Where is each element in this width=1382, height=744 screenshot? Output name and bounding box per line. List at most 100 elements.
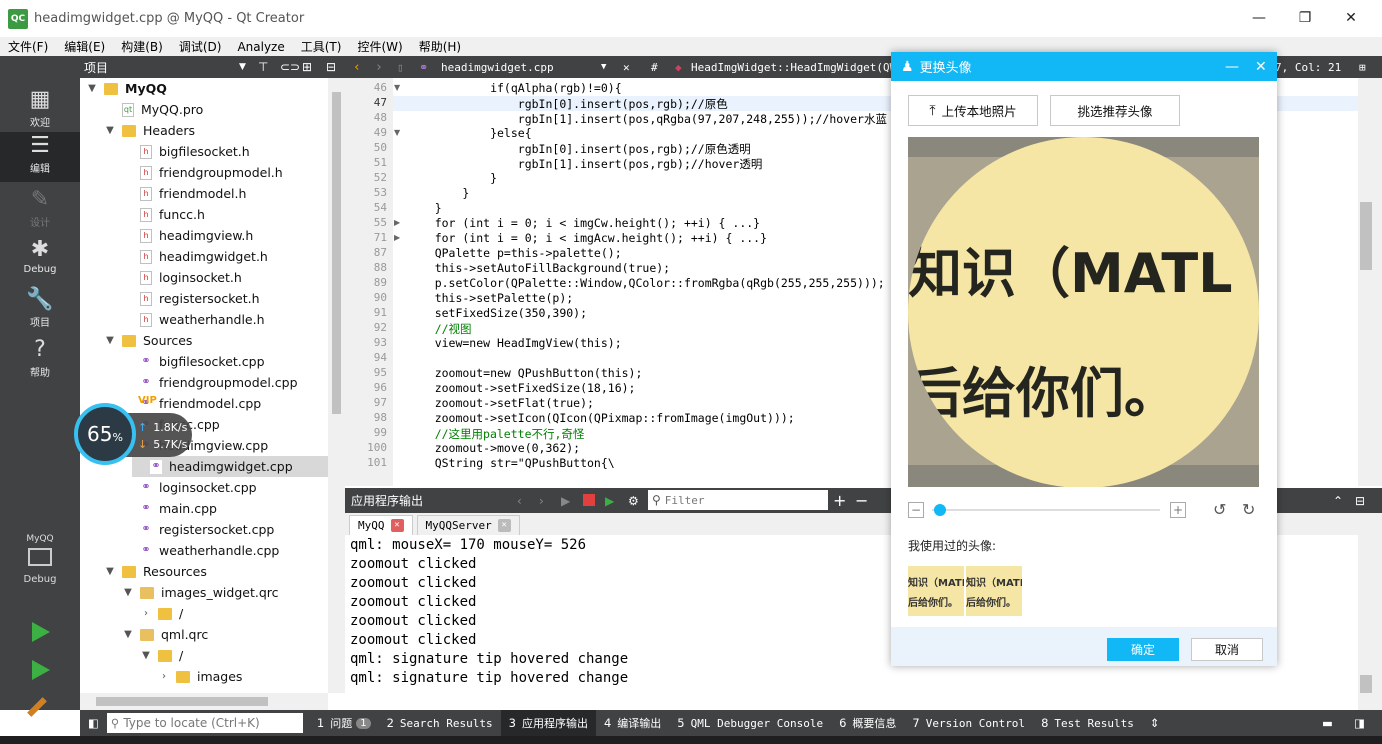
code-line[interactable]: for (int i = 0; i < imgCw.height(); ++i)… — [407, 216, 760, 230]
expand-toggle-icon[interactable]: ▼ — [122, 629, 134, 640]
menu-analyze[interactable]: Analyze — [229, 40, 292, 54]
rotate-left-icon[interactable]: ↺ — [1213, 500, 1226, 519]
mode-debug[interactable]: ✱ Debug — [0, 236, 80, 286]
code-line[interactable]: } — [407, 201, 442, 215]
fold-marker-icon[interactable]: ▼ — [394, 128, 400, 137]
tree-item[interactable]: ⚭ main.cpp — [122, 498, 217, 519]
tab-myqq[interactable]: MyQQ ✕ — [349, 515, 413, 535]
output-pane-tab[interactable]: 6 概要信息 — [831, 710, 904, 736]
expand-toggle-icon[interactable]: › — [140, 608, 152, 619]
close-window-button[interactable]: ✕ — [1328, 4, 1374, 32]
toggle-sidebar-icon[interactable]: ◧ — [88, 716, 99, 730]
code-line[interactable]: zoomout->setFlat(true); — [407, 396, 594, 410]
minus-icon[interactable]: − — [855, 491, 868, 510]
network-speed-widget[interactable]: 65% VIP ↑ 1.8K/s ↓ 5.7K/s — [74, 395, 192, 465]
expand-toggle-icon[interactable]: › — [158, 671, 170, 682]
menu-tools[interactable]: 工具(T) — [293, 38, 350, 55]
tree-item[interactable]: ▼ Headers — [104, 120, 195, 141]
code-line[interactable]: zoomout->setIcon(QIcon(QPixmap::fromImag… — [407, 411, 795, 425]
tree-item[interactable]: ▼ qml.qrc — [122, 624, 208, 645]
tree-item[interactable]: ▼ images_widget.qrc — [122, 582, 278, 603]
dialog-minimize-button[interactable]: — — [1225, 59, 1239, 75]
upload-photo-button[interactable]: ⤒ 上传本地照片 — [908, 95, 1038, 126]
current-function[interactable]: HeadImgWidget::HeadImgWidget(QWid — [691, 61, 910, 74]
output-pane-tab[interactable]: 7 Version Control — [904, 710, 1033, 736]
output-pane-tab[interactable]: 4 编译输出 — [596, 710, 669, 736]
forward-arrow-icon[interactable]: › — [375, 60, 383, 75]
output-pane-tab[interactable]: 8 Test Results — [1033, 710, 1142, 736]
code-line[interactable]: this->setAutoFillBackground(true); — [407, 261, 670, 275]
fold-marker-icon[interactable]: ▶ — [394, 218, 400, 227]
tree-item[interactable]: ⚭ bigfilesocket.cpp — [122, 351, 265, 372]
code-line[interactable]: //这里用palette不行,奇怪 — [407, 426, 585, 442]
code-line[interactable]: zoomout->move(0,362); — [407, 441, 580, 455]
tree-item[interactable]: ▼ / — [140, 645, 183, 666]
collapse-up-icon[interactable]: ⌃ — [1333, 494, 1343, 508]
code-line[interactable]: rgbIn[1].insert(pos,rgb);//hover透明 — [407, 156, 763, 172]
scroll-thumb[interactable] — [96, 697, 268, 706]
prev-arrow-icon[interactable]: ‹ — [517, 494, 522, 508]
tree-item[interactable]: h friendmodel.h — [122, 183, 246, 204]
filter-box[interactable]: ⚲ Filter — [648, 490, 828, 510]
split-icon[interactable]: ⊞ — [302, 60, 312, 74]
tree-item[interactable]: h bigfilesocket.h — [122, 141, 250, 162]
output-scrollbar[interactable] — [1358, 535, 1382, 710]
next-arrow-icon[interactable]: › — [539, 494, 544, 508]
tree-item[interactable]: ▼ MyQQ — [86, 78, 167, 99]
tree-item[interactable]: h weatherhandle.h — [122, 309, 265, 330]
rotate-right-icon[interactable]: ↻ — [1242, 500, 1255, 519]
code-line[interactable]: //视图 — [407, 321, 472, 337]
menu-debug[interactable]: 调试(D) — [171, 38, 230, 55]
mode-welcome[interactable]: ▦ 欢迎 — [0, 86, 80, 136]
close-tab-icon[interactable]: ✕ — [497, 519, 511, 532]
mode-help[interactable]: ? 帮助 — [0, 336, 80, 386]
mode-edit[interactable]: ☰ 编辑 — [0, 132, 80, 182]
tree-item[interactable]: ▼ Sources — [104, 330, 192, 351]
scroll-thumb[interactable] — [1360, 675, 1372, 693]
tree-item[interactable]: ⚭ friendgroupmodel.cpp — [122, 372, 298, 393]
settings-gear-icon[interactable]: ⚙ — [628, 494, 639, 508]
expand-toggle-icon[interactable]: ▼ — [104, 566, 116, 577]
code-line[interactable]: } — [407, 171, 497, 185]
link-icon[interactable]: ⊂⊃ — [280, 60, 300, 74]
tree-item[interactable]: ⚭ loginsocket.cpp — [122, 477, 257, 498]
code-line[interactable]: for (int i = 0; i < imgAcw.height(); ++i… — [407, 231, 767, 245]
zoom-out-icon[interactable]: − — [908, 502, 924, 518]
code-line[interactable]: zoomout=new QPushButton(this); — [407, 366, 643, 380]
ok-button[interactable]: 确定 — [1107, 638, 1179, 661]
close-tab-icon[interactable]: ✕ — [390, 519, 404, 532]
tree-item[interactable]: h registersocket.h — [122, 288, 260, 309]
back-arrow-icon[interactable]: ‹ — [353, 60, 361, 75]
recent-avatar-thumb[interactable]: 知识（MATL 后给你们。 — [908, 566, 964, 616]
debug-run-button[interactable] — [32, 660, 50, 680]
mode-projects[interactable]: 🔧 项目 — [0, 286, 80, 336]
panel-dropdown-icon[interactable]: ▼ — [239, 62, 246, 72]
filter-icon[interactable]: ⊤ — [258, 60, 268, 74]
code-line[interactable]: QString str="QPushButton{\ — [407, 456, 615, 470]
zoom-in-icon[interactable]: + — [1170, 502, 1186, 518]
avatar-crop-area[interactable]: 知识（MATL 后给你们。 — [908, 137, 1259, 487]
kit-selector[interactable]: MyQQ Debug — [0, 534, 80, 604]
locator-input[interactable]: ⚲ Type to locate (Ctrl+K) — [106, 713, 303, 733]
avatar-crop-circle[interactable]: 知识（MATL 后给你们。 — [908, 137, 1259, 487]
scroll-thumb[interactable] — [332, 92, 341, 414]
recommended-avatar-button[interactable]: 挑选推荐头像 — [1050, 95, 1180, 126]
run-button[interactable] — [32, 622, 50, 642]
tree-item[interactable]: h loginsocket.h — [122, 267, 242, 288]
code-line[interactable]: if(qAlpha(rgb)!=0){ — [407, 81, 622, 95]
code-line[interactable]: this->setPalette(p); — [407, 291, 573, 305]
output-pane-tab[interactable]: 5 QML Debugger Console — [669, 710, 831, 736]
tree-item[interactable]: › images — [158, 666, 242, 687]
current-file-name[interactable]: headimgwidget.cpp — [441, 61, 554, 74]
tree-item[interactable]: ⚭ weatherhandle.cpp — [122, 540, 279, 561]
add-icon[interactable]: + — [833, 491, 846, 510]
code-line[interactable]: rgbIn[0].insert(pos,rgb);//原色 — [407, 96, 728, 112]
code-line[interactable]: setFixedSize(350,390); — [407, 306, 587, 320]
expand-toggle-icon[interactable]: ▼ — [140, 650, 152, 661]
tree-horizontal-scrollbar[interactable] — [80, 693, 328, 710]
zoom-slider-track[interactable] — [932, 509, 1160, 511]
code-line[interactable]: rgbIn[0].insert(pos,rgb);//原色透明 — [407, 141, 751, 157]
close-output-icon[interactable]: ⊟ — [1355, 494, 1365, 508]
scroll-thumb[interactable] — [1360, 202, 1372, 270]
tree-vertical-scrollbar[interactable] — [328, 78, 345, 693]
